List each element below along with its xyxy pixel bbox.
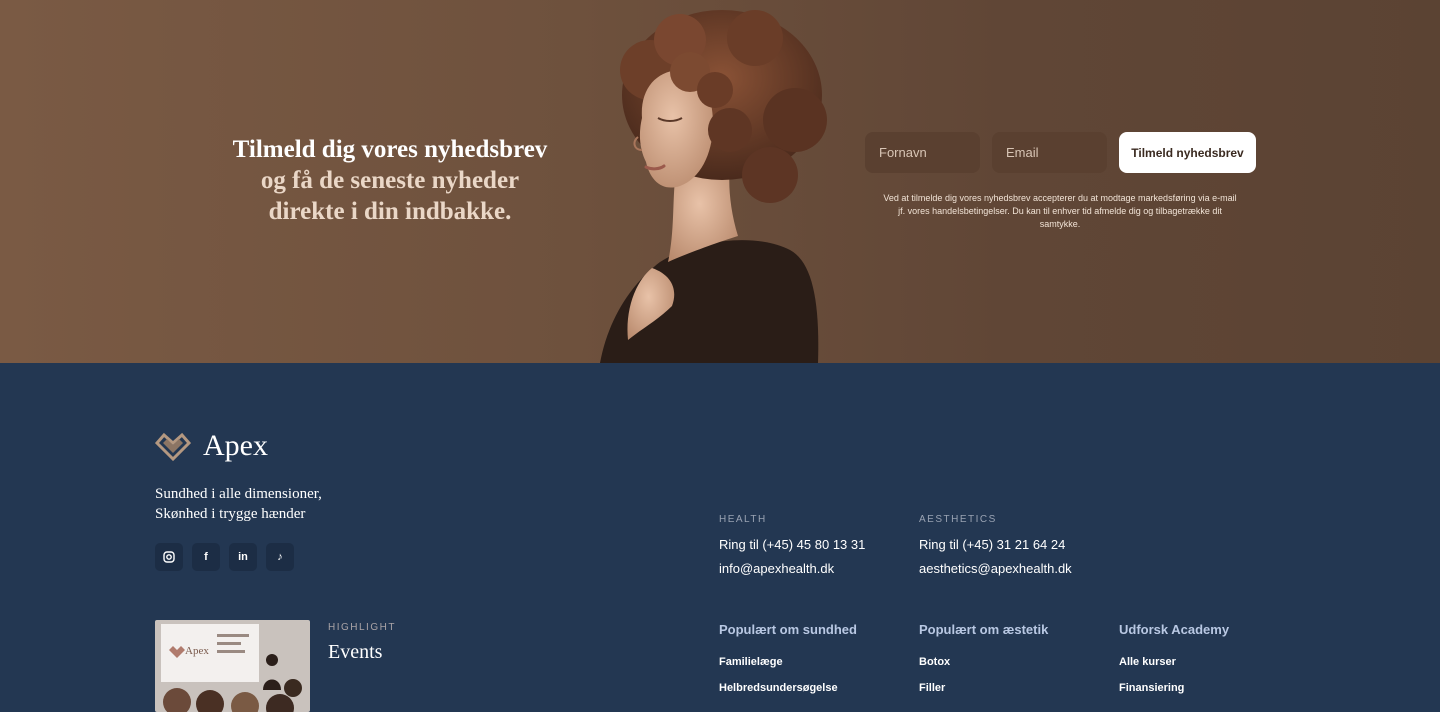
links-title-aesthetics: Populært om æstetik bbox=[919, 622, 1049, 637]
links-column-aesthetics: Populært om æstetik Botox Filler bbox=[919, 622, 1048, 708]
link-filler[interactable]: Filler bbox=[919, 682, 1048, 694]
tagline-line2: Skønhed i trygge hænder bbox=[155, 506, 306, 522]
woman-portrait-image bbox=[600, 10, 827, 363]
first-name-field[interactable] bbox=[865, 132, 980, 173]
link-finansiering[interactable]: Finansiering bbox=[1119, 682, 1229, 694]
newsletter-consent-text: Ved at tilmelde dig vores nyhedsbrev acc… bbox=[883, 193, 1237, 229]
aesthetics-contact: AESTHETICS Ring til (+45) 31 21 64 24 ae… bbox=[919, 514, 1072, 585]
link-helbredsundersoegelse[interactable]: Helbredsundersøgelse bbox=[719, 682, 857, 694]
aesthetics-email-link[interactable]: aesthetics@apexhealth.dk bbox=[919, 561, 1072, 576]
highlight-eyebrow: HIGHLIGHT bbox=[328, 622, 396, 633]
links-column-academy: Udforsk Academy Alle kurser Finansiering bbox=[1119, 622, 1229, 708]
links-column-health: Populært om sundhed Familielæge Helbreds… bbox=[719, 622, 857, 708]
health-contact: HEALTH Ring til (+45) 45 80 13 31 info@a… bbox=[719, 514, 865, 585]
linkedin-icon: in bbox=[238, 551, 248, 563]
apex-logo-icon bbox=[155, 432, 191, 461]
newsletter-form: Tilmeld nyhedsbrev bbox=[865, 132, 1256, 173]
events-link[interactable]: Events bbox=[328, 641, 382, 664]
events-photo-logo-text: Apex bbox=[185, 645, 209, 657]
instagram-link[interactable] bbox=[155, 543, 183, 571]
health-phone-link[interactable]: Ring til (+45) 45 80 13 31 bbox=[719, 537, 865, 552]
instagram-icon bbox=[163, 551, 175, 563]
email-field[interactable] bbox=[992, 132, 1107, 173]
apex-logo-text: Apex bbox=[203, 429, 268, 462]
facebook-icon: f bbox=[204, 551, 208, 563]
health-email-link[interactable]: info@apexhealth.dk bbox=[719, 561, 865, 576]
tiktok-icon: ♪ bbox=[277, 551, 283, 563]
events-highlight-image[interactable]: Apex bbox=[155, 620, 310, 712]
links-title-academy: Udforsk Academy bbox=[1119, 622, 1230, 637]
link-familielaege[interactable]: Familielæge bbox=[719, 656, 857, 668]
tiktok-link[interactable]: ♪ bbox=[266, 543, 294, 571]
newsletter-heading-line3: direkte i din indbakke. bbox=[268, 198, 512, 225]
footer-tagline: Sundhed i alle dimensioner, Skønhed i tr… bbox=[155, 484, 322, 524]
link-botox[interactable]: Botox bbox=[919, 656, 1048, 668]
newsletter-heading-line2: og få de seneste nyheder bbox=[260, 167, 520, 194]
newsletter-heading: Tilmeld dig vores nyhedsbrev og få de se… bbox=[200, 134, 580, 227]
facebook-link[interactable]: f bbox=[192, 543, 220, 571]
social-links: f in ♪ bbox=[155, 543, 294, 571]
events-photo: Apex bbox=[155, 620, 310, 712]
aesthetics-phone-link[interactable]: Ring til (+45) 31 21 64 24 bbox=[919, 537, 1072, 552]
newsletter-heading-line1: Tilmeld dig vores nyhedsbrev bbox=[232, 136, 548, 163]
subscribe-newsletter-button[interactable]: Tilmeld nyhedsbrev bbox=[1119, 132, 1256, 173]
newsletter-section: Tilmeld dig vores nyhedsbrev og få de se… bbox=[0, 0, 1440, 363]
tagline-line1: Sundhed i alle dimensioner, bbox=[155, 486, 322, 502]
aesthetics-label: AESTHETICS bbox=[919, 514, 997, 525]
apex-logo-link[interactable]: Apex bbox=[155, 429, 268, 463]
site-footer: Apex Sundhed i alle dimensioner, Skønhed… bbox=[0, 363, 1440, 712]
links-title-health: Populært om sundhed bbox=[719, 622, 857, 637]
health-label: HEALTH bbox=[719, 514, 767, 525]
link-alle-kurser[interactable]: Alle kurser bbox=[1119, 656, 1229, 668]
linkedin-link[interactable]: in bbox=[229, 543, 257, 571]
